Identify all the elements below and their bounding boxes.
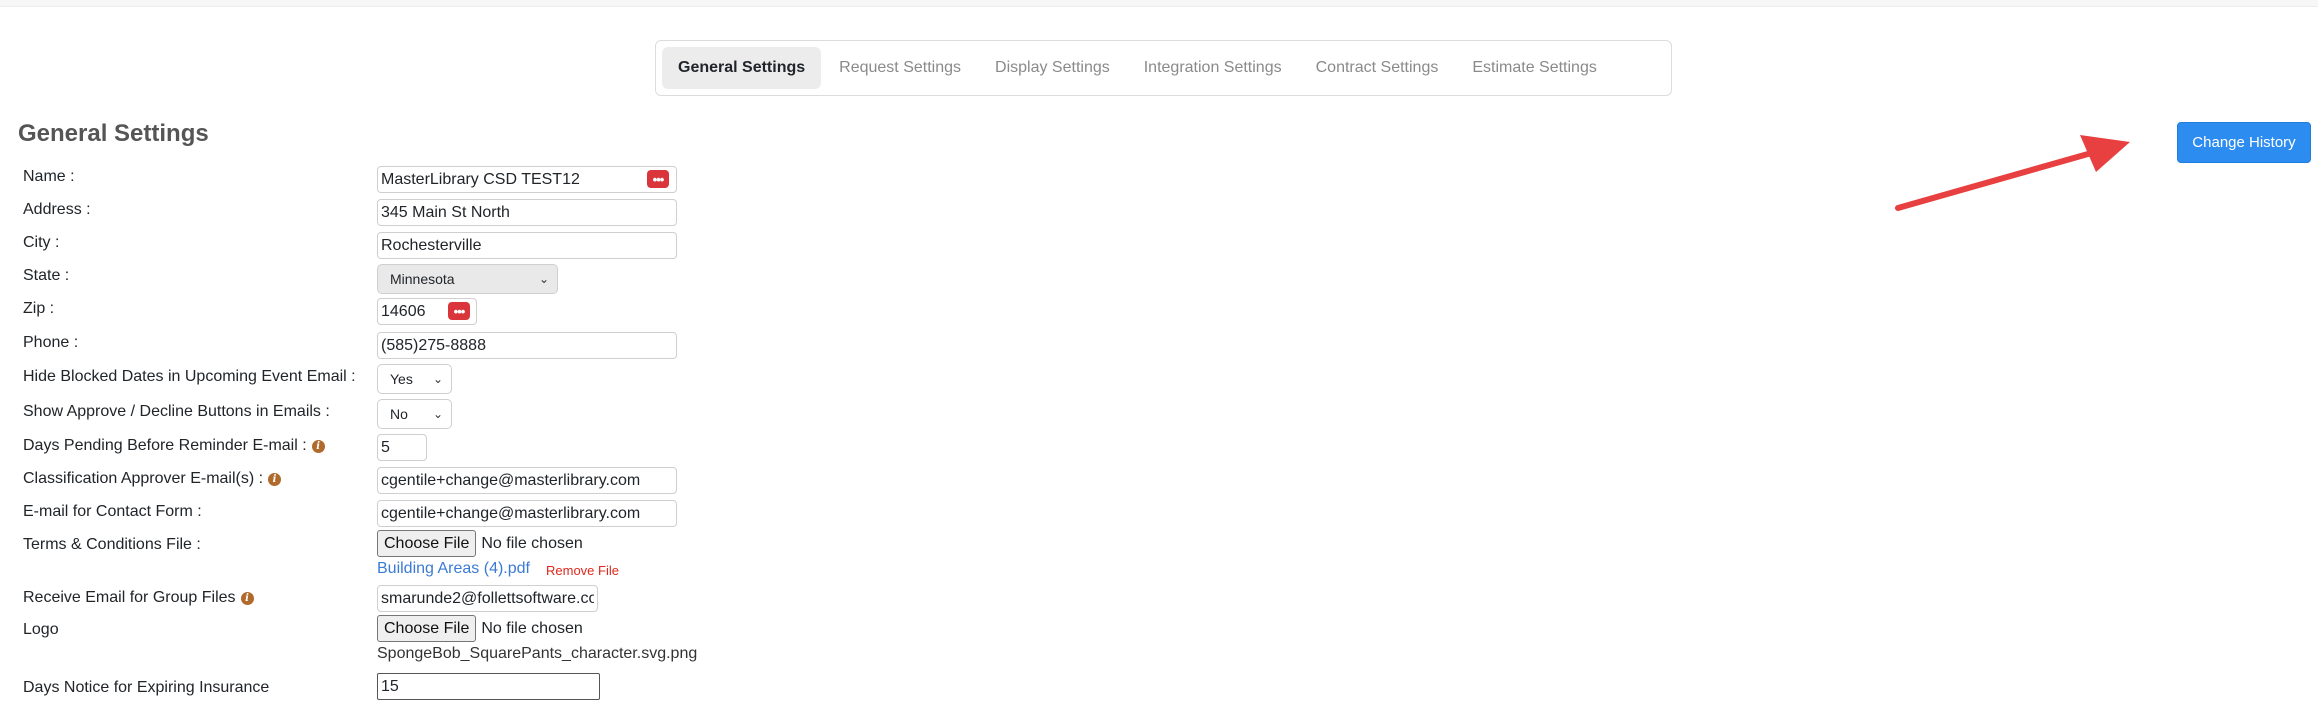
phone-label: Phone : xyxy=(23,334,79,351)
group-files-email-input[interactable] xyxy=(377,585,598,612)
city-input[interactable] xyxy=(377,232,677,259)
terms-current-file-link[interactable]: Building Areas (4).pdf xyxy=(377,560,530,578)
chevron-down-icon: ⌄ xyxy=(432,372,443,386)
group-files-email-label: Receive Email for Group Files i xyxy=(23,589,254,607)
show-approve-decline-value: No xyxy=(390,406,408,422)
logo-file-picker: Choose File No file chosen xyxy=(377,615,583,642)
classification-approver-input[interactable] xyxy=(377,467,677,494)
city-label: City : xyxy=(23,234,60,251)
change-history-button[interactable]: Change History xyxy=(2177,122,2311,163)
tab-contract-settings[interactable]: Contract Settings xyxy=(1300,47,1455,89)
state-select-value: Minnesota xyxy=(390,271,455,287)
state-select[interactable]: Minnesota ⌄ xyxy=(377,264,558,294)
address-input[interactable] xyxy=(377,199,677,226)
classification-approver-label-text: Classification Approver E-mail(s) : xyxy=(23,470,264,487)
info-icon[interactable]: i xyxy=(311,439,325,453)
info-icon[interactable]: i xyxy=(240,591,254,605)
hide-blocked-dates-label: Hide Blocked Dates in Upcoming Event Ema… xyxy=(23,368,356,385)
terms-file-picker: Choose File No file chosen xyxy=(377,530,583,557)
contact-form-email-label: E-mail for Contact Form : xyxy=(23,503,202,520)
tab-request-settings[interactable]: Request Settings xyxy=(823,47,977,89)
classification-approver-label: Classification Approver E-mail(s) : i xyxy=(23,470,282,488)
page-title: General Settings xyxy=(18,120,209,147)
group-files-email-label-text: Receive Email for Group Files xyxy=(23,589,236,606)
contact-form-email-input[interactable] xyxy=(377,500,677,527)
terms-choose-file-button[interactable]: Choose File xyxy=(377,530,477,557)
tab-general-settings[interactable]: General Settings xyxy=(662,47,822,89)
tab-estimate-settings[interactable]: Estimate Settings xyxy=(1456,47,1613,89)
info-icon[interactable]: i xyxy=(268,472,282,486)
expiring-insurance-label: Days Notice for Expiring Insurance xyxy=(23,679,270,696)
address-label: Address : xyxy=(23,201,91,218)
show-approve-decline-select[interactable]: No ⌄ xyxy=(377,399,452,429)
show-approve-decline-label: Show Approve / Decline Buttons in Emails… xyxy=(23,403,330,420)
days-pending-label: Days Pending Before Reminder E-mail : i xyxy=(23,437,325,455)
chevron-down-icon: ⌄ xyxy=(538,272,549,286)
zip-label: Zip : xyxy=(23,300,55,317)
terms-file-label: Terms & Conditions File : xyxy=(23,536,201,553)
logo-label: Logo xyxy=(23,621,59,638)
expiring-insurance-input[interactable] xyxy=(377,673,600,700)
phone-input[interactable] xyxy=(377,332,677,359)
chevron-down-icon: ⌄ xyxy=(432,407,443,421)
hide-blocked-dates-value: Yes xyxy=(390,371,413,387)
zip-options-icon[interactable]: ••• xyxy=(448,302,470,320)
tab-integration-settings[interactable]: Integration Settings xyxy=(1128,47,1298,89)
red-arrow-annotation xyxy=(1895,135,2130,211)
days-pending-label-text: Days Pending Before Reminder E-mail : xyxy=(23,437,307,454)
days-pending-input[interactable] xyxy=(377,434,427,461)
terms-remove-file-link[interactable]: Remove File xyxy=(546,563,619,578)
name-input[interactable] xyxy=(377,166,677,193)
tab-display-settings[interactable]: Display Settings xyxy=(979,47,1126,89)
logo-file-status: No file chosen xyxy=(481,619,583,637)
top-strip xyxy=(0,0,2318,7)
logo-choose-file-button[interactable]: Choose File xyxy=(377,615,477,642)
state-label: State : xyxy=(23,267,70,284)
settings-tab-bar: General Settings Request Settings Displa… xyxy=(655,40,1672,96)
name-options-icon[interactable]: ••• xyxy=(647,170,669,188)
terms-file-status: No file chosen xyxy=(481,534,583,552)
name-label: Name : xyxy=(23,168,75,185)
logo-current-file: SpongeBob_SquarePants_character.svg.png xyxy=(377,645,698,662)
hide-blocked-dates-select[interactable]: Yes ⌄ xyxy=(377,364,452,394)
